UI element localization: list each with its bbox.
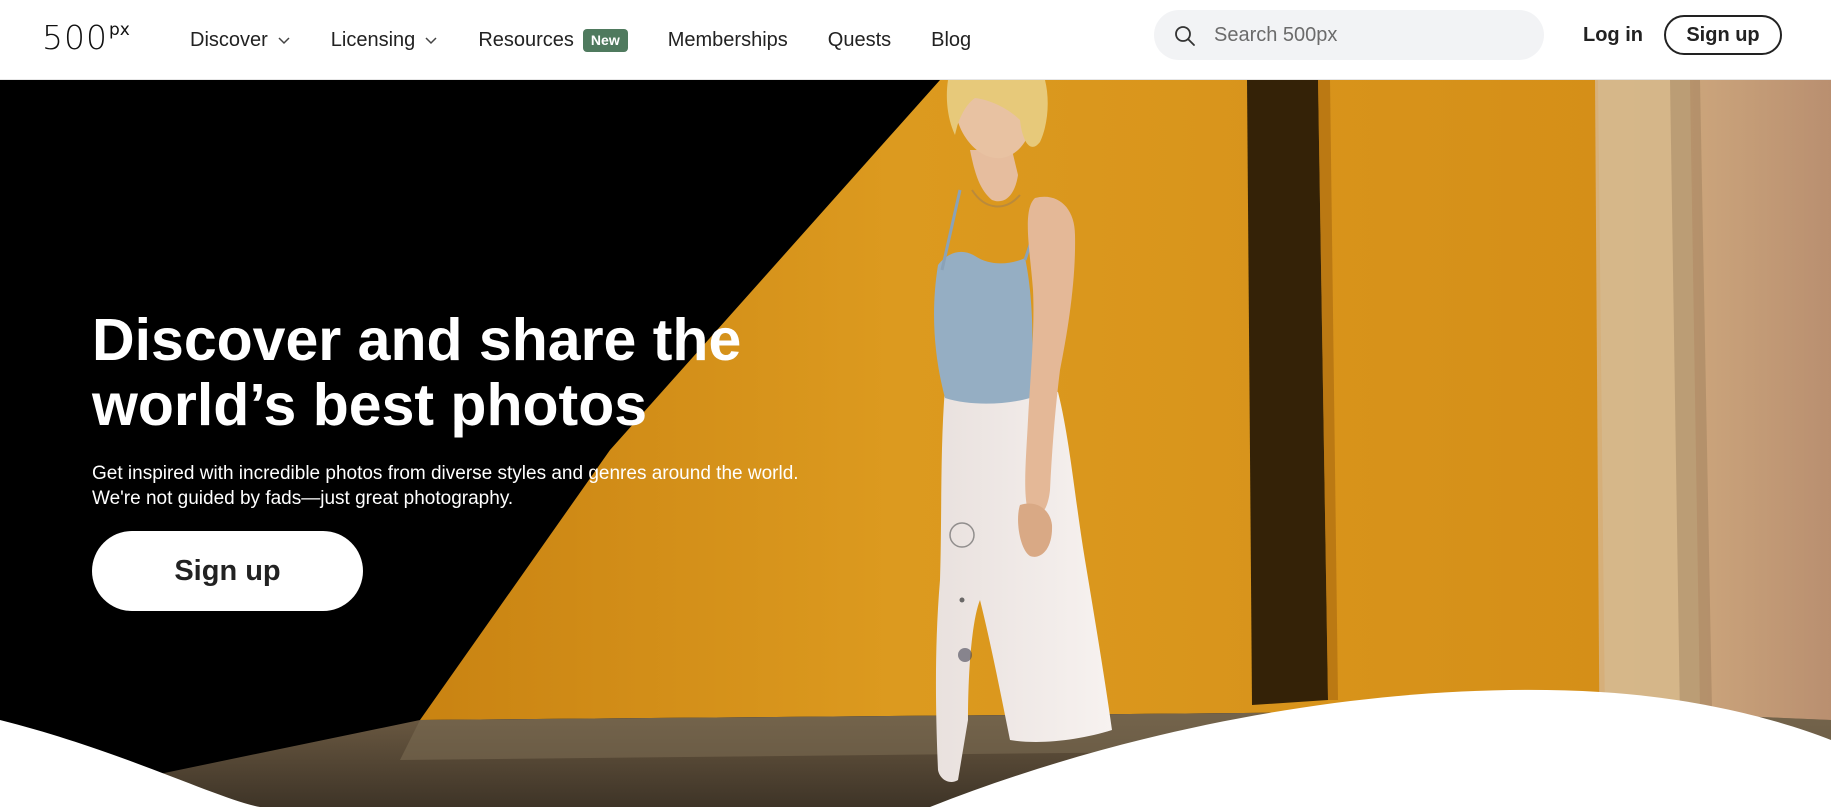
hero-title-line-1: Discover and share the [92, 307, 742, 373]
nav-blog-label: Blog [931, 28, 972, 51]
signup-button-header[interactable]: Sign up [1664, 15, 1782, 55]
chevron-down-icon [425, 37, 437, 45]
nav-quests-label: Quests [827, 28, 892, 51]
nav-memberships[interactable]: Memberships [668, 29, 788, 52]
login-link[interactable]: Log in [1583, 22, 1643, 48]
hero-section: Discover and share the world’s best phot… [0, 80, 1831, 807]
nav-licensing-label: Licensing [330, 28, 416, 51]
nav-resources[interactable]: Resources New [478, 28, 628, 52]
search-bar[interactable] [1154, 10, 1544, 60]
logo-main-text: 500 [42, 18, 108, 57]
search-icon [1175, 26, 1195, 46]
new-badge: New [582, 28, 628, 52]
nav-discover-label: Discover [190, 28, 268, 51]
main-nav: Discover Licensing Resources New Members… [190, 0, 1011, 80]
logo-500px[interactable]: 500 px [42, 21, 130, 55]
top-navigation-bar: 500 px Discover Licensing Resources New … [0, 0, 1831, 80]
hero-signup-button[interactable]: Sign up [92, 531, 363, 611]
nav-blog[interactable]: Blog [931, 29, 971, 52]
chevron-down-icon [278, 37, 290, 45]
hero-subtitle: Get inspired with incredible photos from… [92, 463, 799, 509]
hero-title-line-2: world’s best photos [92, 372, 648, 438]
nav-resources-label: Resources [478, 28, 574, 51]
hero-background-photo [0, 80, 1831, 807]
nav-licensing[interactable]: Licensing [331, 29, 439, 52]
search-input[interactable] [1214, 10, 1524, 60]
nav-memberships-label: Memberships [667, 28, 788, 51]
hero-title: Discover and share the world’s best phot… [92, 308, 792, 438]
nav-quests[interactable]: Quests [828, 29, 891, 52]
logo-sup-text: px [109, 20, 130, 40]
nav-discover[interactable]: Discover [190, 29, 291, 52]
